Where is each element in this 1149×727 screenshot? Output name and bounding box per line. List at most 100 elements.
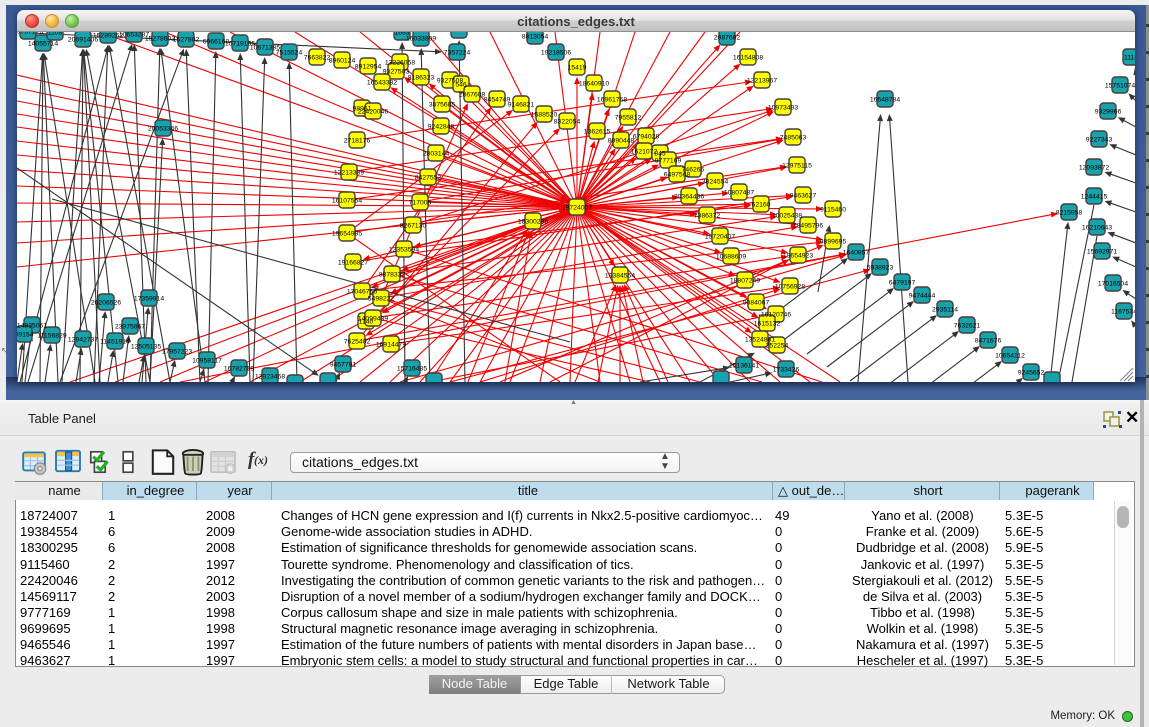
svg-text:3824554: 3824554 [702,179,729,186]
svg-text:7485063: 7485063 [780,135,807,142]
svg-text:12975115: 12975115 [782,163,812,170]
svg-text:9777169: 9777169 [655,158,682,165]
svg-text:8186323: 8186323 [408,75,435,82]
svg-text:20364436: 20364436 [674,194,704,201]
svg-text:17359914: 17359914 [134,296,164,303]
svg-text:1733426: 1733426 [773,367,800,374]
svg-text:8322054: 8322054 [554,119,581,126]
svg-text:18300295: 18300295 [518,219,548,226]
svg-text:2935114: 2935114 [932,307,958,314]
svg-text:10756928: 10756928 [775,284,805,291]
svg-text:7515524: 7515524 [276,50,303,57]
svg-text:19654985: 19654985 [332,231,362,238]
svg-text:8878332: 8878332 [379,272,406,279]
svg-text:9245652: 9245652 [1018,370,1045,377]
svg-text:62160: 62160 [752,202,771,209]
svg-text:18724007: 18724007 [562,205,592,212]
svg-text:16120746: 16120746 [761,312,791,319]
svg-text:12923468: 12923468 [255,374,285,381]
svg-text:10973493: 10973493 [768,105,798,112]
svg-text:746266: 746266 [682,167,705,174]
svg-text:717006: 717006 [409,200,432,207]
svg-text:1527802: 1527802 [173,37,200,44]
svg-text:7357224: 7357224 [444,50,471,57]
svg-text:252254: 252254 [766,343,789,350]
svg-text:8960124: 8960124 [329,58,356,65]
svg-text:(x): (x) [254,453,268,467]
svg-text:16154808: 16154808 [733,55,763,62]
svg-text:9474444: 9474444 [909,293,936,300]
svg-text:10688609: 10688609 [716,254,746,261]
svg-text:18807249: 18807249 [730,278,760,285]
svg-text:5938923: 5938923 [867,265,894,272]
svg-text:1108: 1108 [48,32,63,37]
svg-text:8215958: 8215958 [1056,210,1083,217]
svg-text:7955812: 7955812 [615,115,642,122]
svg-text:6479197: 6479197 [889,280,916,287]
svg-text:9899695: 9899695 [820,239,847,246]
svg-text:8813054: 8813054 [522,34,549,41]
svg-text:1615132: 1615132 [754,321,781,328]
svg-text:16961758: 16961758 [597,97,627,104]
svg-text:9242848: 9242848 [428,124,455,131]
svg-text:11156829: 11156829 [37,333,66,340]
svg-text:15692971: 15692971 [1087,249,1117,256]
svg-text:10807487: 10807487 [724,190,754,197]
svg-text:15278602: 15278602 [145,36,175,43]
svg-text:7632621: 7632621 [954,323,981,330]
svg-text:18640910: 18640910 [579,81,609,88]
svg-text:2718176: 2718176 [344,138,371,145]
svg-text:8267130: 8267130 [400,223,427,230]
svg-text:15716485: 15716485 [397,366,427,373]
svg-text:1640957: 1640957 [843,250,870,257]
svg-text:2867608: 2867608 [459,92,486,99]
svg-text:3875685: 3875685 [429,102,456,109]
svg-text:13226058: 13226058 [385,60,415,67]
svg-text:1244415: 1244415 [1081,194,1108,201]
svg-text:2803144: 2803144 [423,151,450,158]
svg-text:16033809: 16033809 [406,36,436,43]
svg-text:9463627: 9463627 [790,193,817,200]
svg-text:8427552: 8427552 [415,175,442,182]
svg-text:16210643: 16210643 [1082,225,1112,232]
svg-text:15136141: 15136141 [729,363,759,370]
svg-text:5498222: 5498222 [368,296,395,303]
svg-text:16543382: 16543382 [367,80,397,87]
svg-text:8471676: 8471676 [975,338,1002,345]
svg-text:19757176: 19757176 [17,32,43,36]
svg-text:15751074: 15751074 [1105,83,1135,90]
svg-text:12353594: 12353594 [389,247,419,254]
svg-text:14835061: 14835061 [17,323,47,330]
svg-text:19166827: 19166827 [338,260,368,267]
svg-text:11451914: 11451914 [100,339,130,346]
svg-text:12213389: 12213389 [334,170,364,177]
svg-text:14055714: 14055714 [28,41,58,48]
svg-text:6794028: 6794028 [633,134,660,141]
svg-text:8990448: 8990448 [608,138,635,145]
svg-text:7386372: 7386372 [694,213,721,220]
svg-text:16648784: 16648784 [870,97,900,104]
svg-text:12093872: 12093872 [1079,165,1109,172]
svg-text:8454749: 8454749 [484,97,511,104]
svg-text:9227343: 9227343 [1086,137,1113,144]
svg-text:1112: 1112 [1124,55,1135,62]
svg-text:12505135: 12505135 [131,344,161,351]
svg-text:15720407: 15720407 [705,234,735,241]
svg-text:14099489: 14099489 [358,316,388,323]
svg-text:9457791: 9457791 [330,362,357,369]
svg-text:16782759: 16782759 [224,366,254,373]
svg-text:18495796: 18495796 [793,223,823,230]
svg-text:8912954: 8912954 [355,64,382,71]
svg-text:845: 845 [654,151,666,158]
svg-text:10654112: 10654112 [995,353,1025,360]
svg-text:546: 546 [455,82,467,89]
svg-text:22420046: 22420046 [358,109,388,116]
svg-text:9146821: 9146821 [508,102,535,109]
svg-text:17016504: 17016504 [1098,281,1128,288]
svg-text:9327503: 9327503 [383,69,410,76]
svg-text:9329966: 9329966 [1095,109,1122,116]
svg-text:12213967: 12213967 [747,78,777,85]
svg-text:7663822: 7663822 [304,55,331,62]
svg-text:19384554: 19384554 [605,273,635,280]
svg-text:1588520: 1588520 [531,112,558,119]
